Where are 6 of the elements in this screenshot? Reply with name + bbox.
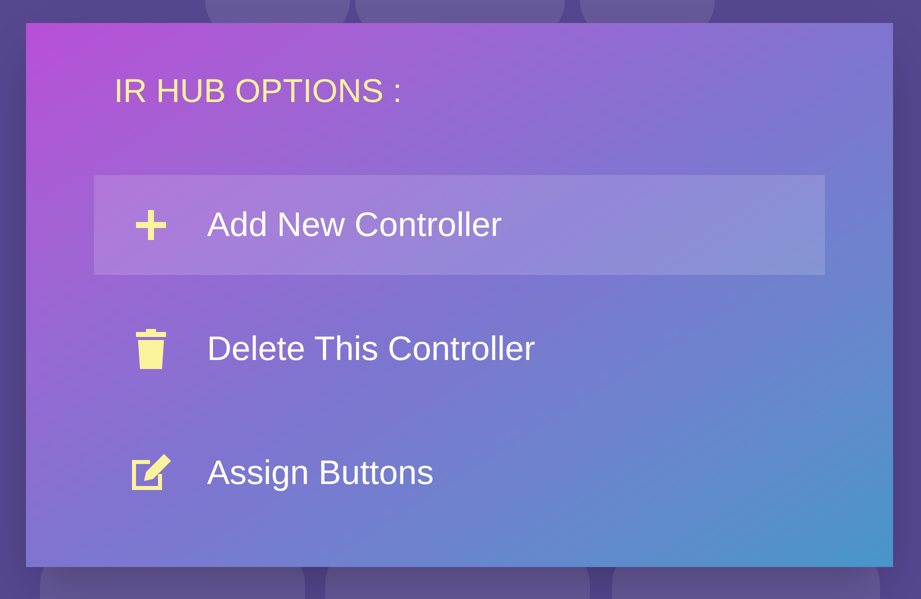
menu-item[interactable]: Delete This Controller <box>94 299 825 399</box>
plus-icon <box>134 208 168 242</box>
trash-icon <box>134 329 166 369</box>
dialog-title: IR HUB OPTIONS : <box>114 71 402 111</box>
menu-item[interactable]: Assign Buttons <box>94 423 825 523</box>
menu-item[interactable]: Add New Controller <box>94 175 825 275</box>
